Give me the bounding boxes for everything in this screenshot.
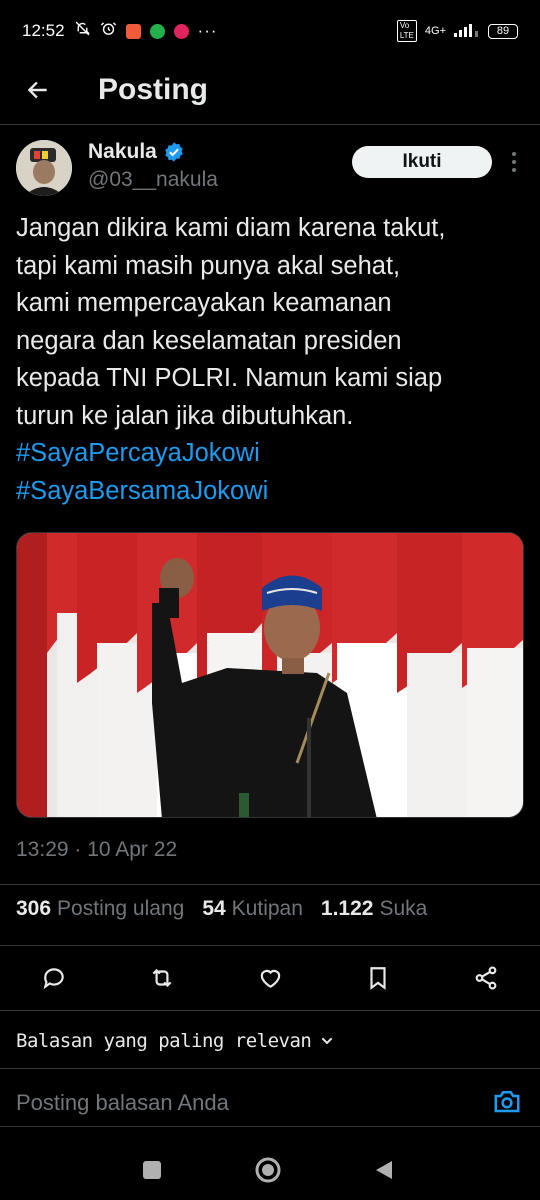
stats-divider-bottom (0, 945, 540, 946)
tweet-stats: 306 Posting ulang 54 Kutipan 1.122 Suka (16, 897, 427, 921)
home-circle-icon (255, 1157, 281, 1183)
author-row: Nakula @03__nakula Ikuti (16, 140, 524, 198)
author-handle[interactable]: @03__nakula (88, 168, 218, 192)
tweet-line: negara dan keselamatan presiden (16, 326, 402, 355)
hashtag-link[interactable]: #SayaBersamaJokowi (16, 473, 526, 511)
tweet-timestamp: 13:29 · 10 Apr 22 (16, 838, 178, 861)
status-time: 12:52 (22, 21, 65, 40)
more-dots-icon: ··· (197, 21, 218, 40)
tweet-line: kami mempercayakan keamanan (16, 289, 392, 317)
system-nav-bar (0, 1140, 540, 1200)
follow-button[interactable]: Ikuti (352, 146, 492, 178)
bookmark-icon (370, 967, 386, 990)
reposts-label: Posting ulang (57, 897, 185, 920)
status-left: 12:52 ··· (22, 20, 218, 42)
hashtag-link[interactable]: #SayaPercayaJokowi (16, 435, 526, 473)
avatar[interactable] (16, 140, 72, 196)
reply-input[interactable] (16, 1088, 476, 1118)
bookmark-button[interactable] (364, 964, 392, 992)
volte-icon: Vo LTE (396, 20, 417, 42)
author-name[interactable]: Nakula (88, 140, 157, 164)
status-right: Vo LTE 4G+ 89 (396, 20, 518, 42)
tweet-line: tapi kami masih punya akal sehat, (16, 251, 401, 280)
actions-divider (0, 1010, 540, 1011)
reply-button[interactable] (40, 964, 68, 992)
app-header: Posting (0, 62, 540, 118)
app-green-icon (149, 23, 165, 39)
like-icon (260, 969, 280, 988)
status-bar: 12:52 ··· Vo LTE 4G+ 89 (0, 0, 540, 62)
sort-divider (0, 1068, 540, 1069)
square-icon (143, 1161, 161, 1179)
stats-divider-top (0, 884, 540, 885)
reply-sort-label: Balasan yang paling relevan (16, 1030, 312, 1052)
tweet-line: kepada TNI POLRI. Namun kami siap (16, 364, 443, 392)
share-icon (475, 966, 497, 990)
signal-icon (454, 23, 480, 40)
camera-icon (494, 1091, 520, 1113)
tweet-photo[interactable] (16, 532, 524, 818)
tweet-text: Jangan dikira kami diam karena takut, ta… (16, 210, 526, 510)
input-divider (0, 1126, 540, 1127)
recents-button[interactable] (136, 1154, 168, 1186)
quotes-label: Kutipan (231, 897, 303, 920)
battery-icon: 89 (488, 23, 518, 39)
reply-sort-selector[interactable]: Balasan yang paling relevan (16, 1030, 335, 1052)
likes-label: Suka (379, 897, 428, 920)
app-orange-icon (125, 23, 141, 39)
chevron-down-icon (321, 1037, 333, 1045)
mute-icon (74, 20, 91, 42)
arrow-left-icon (27, 81, 47, 99)
photo-image (17, 533, 523, 817)
back-nav-button[interactable] (368, 1154, 400, 1186)
repost-icon (152, 968, 172, 988)
author-name-row: Nakula (88, 140, 185, 164)
home-button[interactable] (252, 1154, 284, 1186)
page-title: Posting (98, 73, 208, 106)
tweet-line: turun ke jalan jika dibutuhkan. (16, 401, 354, 430)
like-button[interactable] (256, 964, 284, 992)
more-vertical-icon[interactable] (504, 146, 524, 178)
tweet-line: Jangan dikira kami diam karena takut, (16, 214, 446, 242)
camera-button[interactable] (492, 1086, 522, 1116)
tweet-actions (0, 954, 540, 1006)
back-button[interactable] (0, 62, 76, 118)
likes-stat[interactable]: 1.122 Suka (321, 897, 427, 921)
verified-badge-icon (165, 142, 183, 162)
alarm-icon (100, 20, 117, 42)
reposts-stat[interactable]: 306 Posting ulang (16, 897, 184, 921)
quotes-stat[interactable]: 54 Kutipan (202, 897, 303, 921)
share-button[interactable] (472, 964, 500, 992)
reply-icon (43, 968, 64, 990)
likes-count: 1.122 (320, 897, 374, 920)
network-type: 4G+ (424, 25, 446, 37)
repost-button[interactable] (148, 964, 176, 992)
quotes-count: 54 (202, 897, 226, 920)
triangle-back-icon (376, 1161, 392, 1179)
reposts-count: 306 (16, 897, 52, 920)
app-red-icon (173, 23, 189, 39)
header-divider (0, 124, 540, 125)
